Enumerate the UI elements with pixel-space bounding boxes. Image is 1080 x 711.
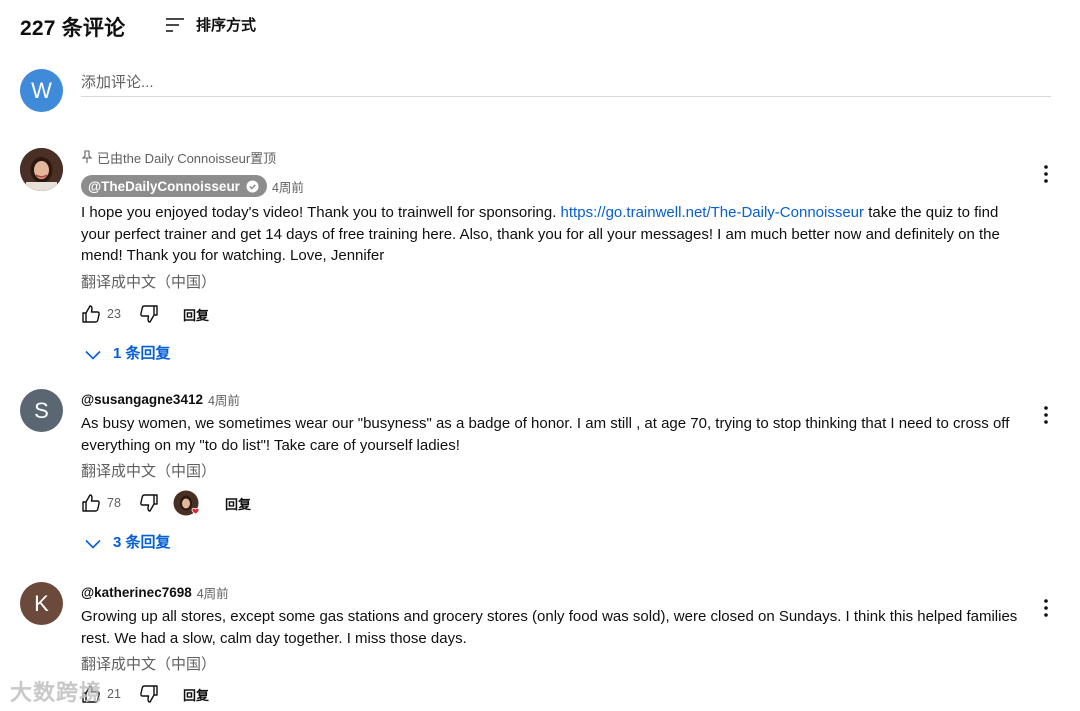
comment-link[interactable]: https://go.trainwell.net/The-Daily-Conno… bbox=[561, 204, 864, 221]
comment-text: As busy women, we sometimes wear our "bu… bbox=[81, 415, 1010, 454]
like-count: 23 bbox=[107, 307, 121, 322]
avatar-letter: K bbox=[34, 590, 49, 616]
view-replies-button[interactable]: 3 条回复 bbox=[85, 529, 1031, 553]
more-vert-icon[interactable] bbox=[1036, 403, 1056, 427]
thumbs-down-icon bbox=[140, 685, 158, 704]
thumbs-down-icon bbox=[140, 494, 158, 513]
pinned-label: 已由the Daily Connoisseur置顶 bbox=[81, 148, 1031, 166]
comments-header: 227 条评论 bbox=[20, 12, 125, 42]
view-replies-button[interactable]: 1 条回复 bbox=[85, 340, 1031, 364]
more-vert-icon[interactable] bbox=[1036, 162, 1056, 186]
reply-button[interactable]: 回复 bbox=[225, 494, 251, 513]
author-name[interactable]: @susangagne3412 bbox=[81, 392, 203, 407]
comment-time[interactable]: 4周前 bbox=[272, 177, 304, 196]
reply-button[interactable]: 回复 bbox=[183, 305, 209, 324]
sort-label: 排序方式 bbox=[196, 17, 257, 34]
comment-actions: 23 回复 bbox=[77, 300, 1031, 328]
comment-text: I hope you enjoyed today's video! Thank … bbox=[81, 202, 1031, 267]
chevron-down-icon bbox=[85, 536, 101, 550]
comment-time[interactable]: 4周前 bbox=[208, 390, 240, 409]
avatar-letter: S bbox=[34, 397, 49, 423]
user-avatar-letter: W bbox=[31, 77, 52, 103]
thumbs-down-icon bbox=[140, 305, 158, 323]
comment-meta: @TheDailyConnoisseur 4周前 bbox=[81, 175, 1031, 197]
like-count: 21 bbox=[107, 687, 121, 702]
author-name: @TheDailyConnoisseur bbox=[88, 178, 240, 194]
author-chip[interactable]: @TheDailyConnoisseur bbox=[81, 175, 267, 197]
dislike-button[interactable] bbox=[135, 300, 163, 328]
replies-label: 1 条回复 bbox=[113, 344, 171, 362]
chevron-down-icon bbox=[85, 347, 101, 360]
comment-actions: 78 回复 bbox=[77, 489, 1031, 517]
comment-text-part: I hope you enjoyed today's video! Thank … bbox=[81, 204, 561, 221]
pinned-text: 已由the Daily Connoisseur置顶 bbox=[97, 150, 277, 166]
avatar[interactable] bbox=[20, 148, 63, 191]
user-avatar: W bbox=[20, 69, 63, 112]
translate-link[interactable]: 翻译成中文（中国） bbox=[81, 460, 1031, 481]
avatar[interactable]: K bbox=[20, 582, 63, 625]
like-count: 78 bbox=[107, 496, 121, 511]
avatar[interactable]: S bbox=[20, 389, 63, 432]
comment-count-title: 227 条评论 bbox=[20, 17, 126, 40]
dislike-button[interactable] bbox=[135, 489, 163, 517]
creator-heart-icon bbox=[173, 490, 200, 516]
more-vert-icon[interactable] bbox=[1036, 596, 1056, 620]
translate-link[interactable]: 翻译成中文（中国） bbox=[81, 653, 1031, 674]
like-button[interactable] bbox=[77, 489, 105, 517]
thumbs-up-icon bbox=[82, 305, 100, 323]
sort-icon bbox=[164, 15, 186, 35]
replies-label: 3 条回复 bbox=[113, 533, 171, 551]
comment-meta: @susangagne3412 4周前 bbox=[81, 389, 1031, 409]
add-comment-input[interactable] bbox=[81, 69, 1051, 97]
like-button[interactable] bbox=[77, 300, 105, 328]
comment-time[interactable]: 4周前 bbox=[197, 583, 229, 602]
watermark: 大数跨境 bbox=[10, 680, 103, 705]
author-name[interactable]: @katherinec7698 bbox=[81, 585, 192, 600]
comment-meta: @katherinec7698 4周前 bbox=[81, 582, 1031, 602]
translate-link[interactable]: 翻译成中文（中国） bbox=[81, 271, 1031, 292]
comment-body: @katherinec7698 4周前 Growing up all store… bbox=[81, 582, 1031, 708]
pin-icon bbox=[81, 150, 93, 164]
sort-button[interactable]: 排序方式 bbox=[164, 14, 256, 35]
comment-actions: 21 回复 bbox=[77, 680, 1031, 708]
reply-button[interactable]: 回复 bbox=[183, 685, 209, 704]
comment-body: 已由the Daily Connoisseur置顶 @TheDailyConno… bbox=[81, 148, 1031, 364]
comment-body: @susangagne3412 4周前 As busy women, we so… bbox=[81, 389, 1031, 553]
dislike-button[interactable] bbox=[135, 680, 163, 708]
add-comment-row: W bbox=[20, 69, 1051, 113]
thumbs-up-icon bbox=[82, 494, 100, 513]
verified-icon bbox=[246, 180, 259, 193]
comment-text: Growing up all stores, except some gas s… bbox=[81, 608, 1018, 647]
